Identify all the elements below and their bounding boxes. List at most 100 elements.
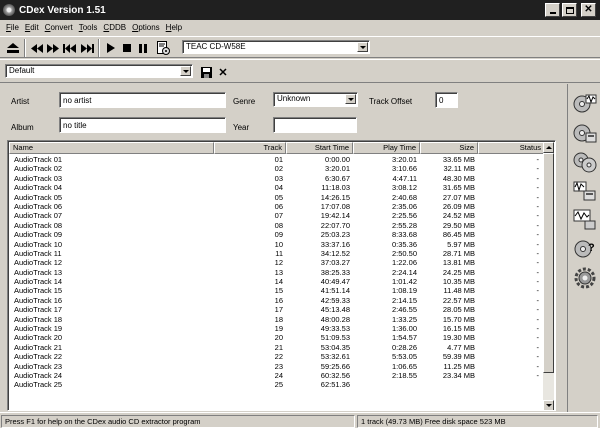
- delete-profile-button[interactable]: ✕: [216, 65, 230, 79]
- table-row[interactable]: AudioTrack 21 21 53:04.35 0:28.26 4.77 MB -: [9, 343, 545, 352]
- play-button[interactable]: [104, 41, 118, 55]
- cell-start-time: 53:04.35: [320, 342, 350, 352]
- cell-name: AudioTrack 24: [14, 370, 63, 380]
- cell-size: 48.30 MB: [442, 173, 475, 183]
- table-row[interactable]: AudioTrack 03 03 6:30.67 4:47.11 48.30 MB -: [9, 174, 545, 183]
- table-row[interactable]: AudioTrack 04 04 11:18.03 3:08.12 31.65 MB -: [9, 183, 545, 192]
- fast-forward-icon: [47, 43, 59, 53]
- genre-select[interactable]: Unknown: [273, 92, 358, 107]
- table-row[interactable]: AudioTrack 10 10 33:37.16 0:35.36 5.97 MB -: [9, 240, 545, 249]
- cell-play-time: 0:28.26: [391, 342, 417, 352]
- chevron-down-icon[interactable]: [357, 42, 368, 52]
- skip-back-icon: [62, 43, 76, 53]
- table-row[interactable]: AudioTrack 18 18 48:00.28 1:33.25 15.70 MB -: [9, 315, 545, 324]
- close-icon: ✕: [584, 4, 593, 15]
- table-row[interactable]: AudioTrack 24 24 60:32.56 2:18.55 23.34 MB -: [9, 371, 545, 380]
- menu-convert[interactable]: Convert: [42, 23, 76, 32]
- table-row[interactable]: AudioTrack 19 19 49:33.53 1:36.00 16.15 MB -: [9, 324, 545, 333]
- track-offset-field[interactable]: 0: [435, 92, 458, 108]
- pause-button[interactable]: [136, 41, 150, 55]
- scroll-thumb[interactable]: [543, 153, 554, 373]
- cell-status: -: [536, 295, 540, 305]
- menu-cddb[interactable]: CDDB: [100, 23, 129, 32]
- minimize-button[interactable]: [545, 3, 560, 17]
- table-row[interactable]: AudioTrack 16 16 42:59.33 2:14.15 22.57 MB -: [9, 296, 545, 305]
- menu-edit[interactable]: Edit: [22, 23, 42, 32]
- extract-to-compressed-button[interactable]: [572, 120, 598, 146]
- eject-button[interactable]: [6, 41, 20, 55]
- table-row[interactable]: AudioTrack 25 25 62:51.36: [9, 380, 545, 389]
- table-row[interactable]: AudioTrack 14 14 40:49.47 1:01.42 10.35 MB -: [9, 277, 545, 286]
- table-row[interactable]: AudioTrack 07 07 19:42.14 2:25.56 24.52 MB -: [9, 211, 545, 220]
- cell-name: AudioTrack 06: [14, 201, 63, 211]
- scroll-down-button[interactable]: [543, 400, 554, 410]
- record-button[interactable]: [572, 207, 598, 233]
- table-row[interactable]: AudioTrack 20 20 51:09.53 1:54.57 19.30 MB -: [9, 333, 545, 342]
- cd-question-icon: ?: [574, 240, 595, 258]
- fast-forward-button[interactable]: [46, 41, 60, 55]
- cell-status: -: [536, 361, 540, 371]
- convert-wav-button[interactable]: [572, 178, 598, 204]
- table-row[interactable]: AudioTrack 15 15 41:51.14 1:08.19 11.48 MB -: [9, 286, 545, 295]
- table-row[interactable]: AudioTrack 13 13 38:25.33 2:24.14 24.25 MB -: [9, 268, 545, 277]
- title-bar[interactable]: CDex Version 1.51 ✕: [0, 0, 600, 20]
- rewind-button[interactable]: [30, 41, 44, 55]
- cell-start-time: 59:25.66: [320, 361, 350, 371]
- cd-properties-button[interactable]: [156, 41, 170, 55]
- column-header-track[interactable]: Track: [214, 142, 286, 154]
- table-row[interactable]: AudioTrack 22 22 53:32.61 5:53.05 59.39 MB -: [9, 352, 545, 361]
- column-header-size[interactable]: Size: [420, 142, 478, 154]
- column-header-status[interactable]: Status: [478, 142, 545, 154]
- close-button[interactable]: ✕: [581, 3, 596, 17]
- album-field[interactable]: no title: [59, 117, 226, 133]
- table-row[interactable]: AudioTrack 17 17 45:13.48 2:46.55 28.05 MB -: [9, 305, 545, 314]
- column-header-start-time[interactable]: Start Time: [286, 142, 353, 154]
- settings-button[interactable]: [572, 265, 598, 291]
- save-profile-button[interactable]: [199, 65, 213, 79]
- close-icon: ✕: [218, 66, 228, 79]
- cell-start-time: 37:03.27: [320, 258, 350, 268]
- cell-name: AudioTrack 18: [14, 314, 63, 324]
- cell-track: 05: [274, 192, 283, 202]
- column-header-play-time[interactable]: Play Time: [353, 142, 420, 154]
- table-row[interactable]: AudioTrack 02 02 3:20.01 3:10.66 32.11 MB -: [9, 164, 545, 173]
- menu-tools[interactable]: Tools: [76, 23, 101, 32]
- chevron-down-icon[interactable]: [345, 94, 356, 104]
- cell-track: 12: [274, 258, 283, 268]
- gear-icon: [574, 267, 596, 289]
- cell-play-time: 3:08.12: [391, 183, 417, 193]
- column-header-name[interactable]: Name: [9, 142, 214, 154]
- stop-button[interactable]: [120, 41, 134, 55]
- table-row[interactable]: AudioTrack 05 05 14:26.15 2:40.68 27.07 MB -: [9, 193, 545, 202]
- cell-track: 18: [274, 314, 283, 324]
- menu-file[interactable]: File: [3, 23, 22, 32]
- scroll-up-button[interactable]: [543, 142, 554, 153]
- skip-forward-icon: [80, 43, 94, 53]
- extract-partial-button[interactable]: [572, 149, 598, 175]
- year-field[interactable]: [273, 117, 357, 133]
- menu-options[interactable]: Options: [129, 23, 163, 32]
- table-row[interactable]: AudioTrack 23 23 59:25.66 1:06.65 11.25 MB -: [9, 362, 545, 371]
- floppy-disk-icon: [200, 66, 212, 78]
- table-row[interactable]: AudioTrack 12 12 37:03.27 1:22.06 13.81 MB -: [9, 258, 545, 267]
- extract-to-wav-button[interactable]: [572, 91, 598, 117]
- vertical-scrollbar[interactable]: [543, 142, 554, 410]
- maximize-button[interactable]: [562, 3, 577, 17]
- cell-play-time: 2:55.28: [391, 220, 417, 230]
- track-list[interactable]: Name Track Start Time Play Time Size Status A…: [7, 140, 556, 411]
- profile-select[interactable]: Default: [5, 64, 193, 78]
- menu-help[interactable]: Help: [163, 23, 185, 32]
- cell-status: -: [536, 192, 540, 202]
- next-track-button[interactable]: [80, 41, 94, 55]
- previous-track-button[interactable]: [62, 41, 76, 55]
- table-row[interactable]: AudioTrack 09 09 25:03.23 8:33.68 86.45 MB -: [9, 230, 545, 239]
- cell-track: 07: [274, 211, 283, 221]
- table-row[interactable]: AudioTrack 06 06 17:07.08 2:35.06 26.09 MB -: [9, 202, 545, 211]
- artist-field[interactable]: no artist: [59, 92, 226, 108]
- table-row[interactable]: AudioTrack 01 01 0:00.00 3:20.01 33.65 MB -: [9, 155, 545, 164]
- cddb-query-button[interactable]: ?: [572, 236, 598, 262]
- table-row[interactable]: AudioTrack 08 08 22:07.70 2:55.28 29.50 MB -: [9, 221, 545, 230]
- table-row[interactable]: AudioTrack 11 11 34:12.52 2:50.50 28.71 MB -: [9, 249, 545, 258]
- chevron-down-icon[interactable]: [180, 66, 191, 76]
- cd-drive-select[interactable]: TEAC CD-W58E: [182, 40, 370, 54]
